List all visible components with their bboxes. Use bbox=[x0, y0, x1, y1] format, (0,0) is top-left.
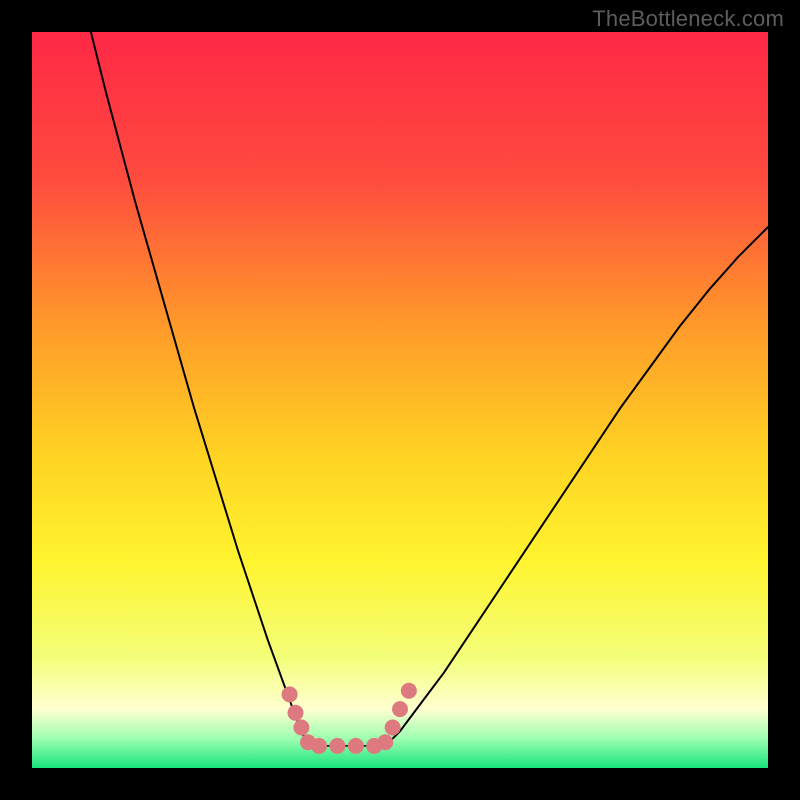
watermark-text: TheBottleneck.com bbox=[592, 6, 784, 32]
marker-dots-left bbox=[287, 705, 303, 721]
marker-dots-right bbox=[385, 720, 401, 736]
marker-dots-left bbox=[329, 738, 345, 754]
marker-dots-left bbox=[348, 738, 364, 754]
marker-dots-left bbox=[293, 720, 309, 736]
gradient-background bbox=[32, 32, 768, 768]
marker-dots-right bbox=[401, 683, 417, 699]
chart-frame: TheBottleneck.com bbox=[0, 0, 800, 800]
marker-dots-left bbox=[282, 686, 298, 702]
marker-dots-right bbox=[377, 734, 393, 750]
chart-svg bbox=[32, 32, 768, 768]
marker-dots-right bbox=[392, 701, 408, 717]
plot-area bbox=[32, 32, 768, 768]
marker-dots-left bbox=[311, 738, 327, 754]
